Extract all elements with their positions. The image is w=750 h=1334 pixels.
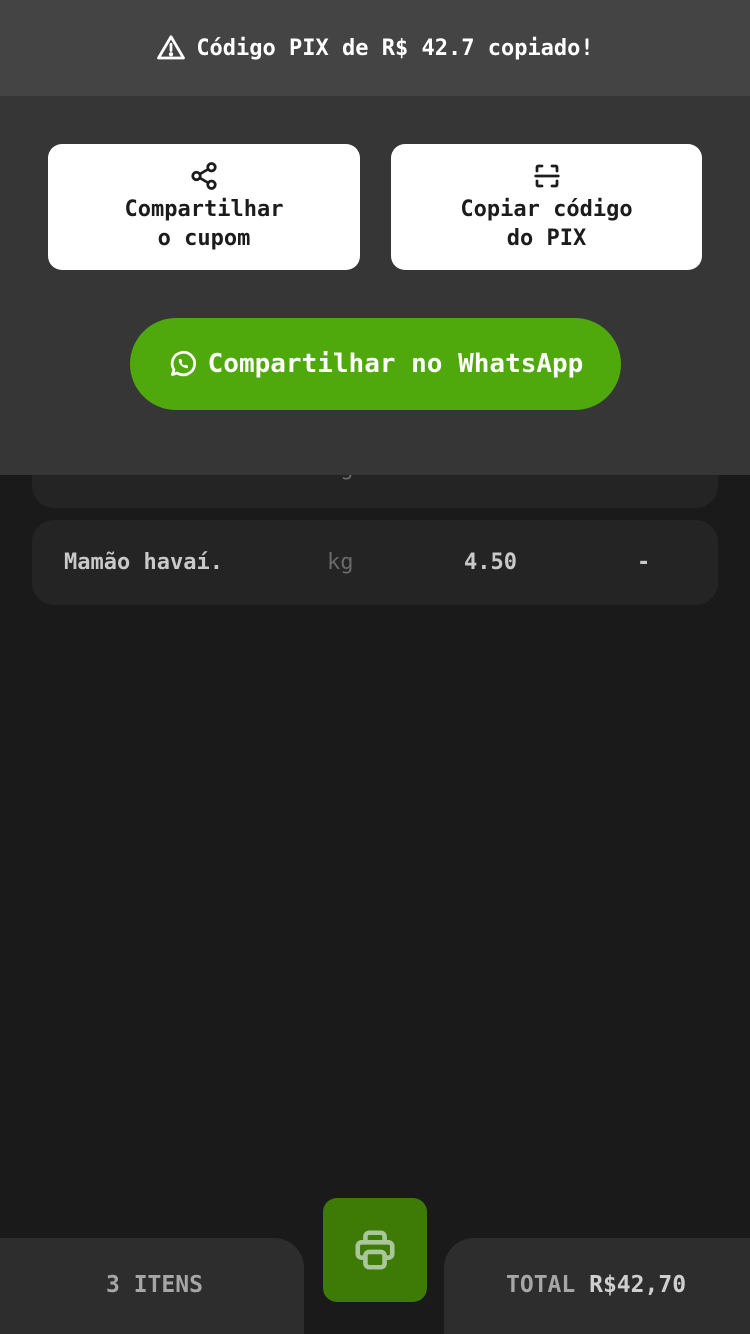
scan-icon (533, 164, 560, 188)
share-coupon-line1: Compartilhar (124, 197, 284, 222)
whatsapp-icon (170, 350, 196, 377)
whatsapp-share-label: Compartilhar no WhatsApp (207, 349, 584, 379)
item-price: - (637, 550, 651, 575)
copy-pix-line2: do PIX (506, 226, 587, 251)
total-value: R$42,70 (589, 1272, 687, 1298)
item-quantity: 4.50 (464, 550, 517, 575)
item-unit: kg (327, 550, 354, 575)
item-count: 3 ITENS (106, 1272, 203, 1298)
copy-pix-button[interactable]: Copiar código do PIX (391, 144, 702, 270)
share-icon (191, 162, 217, 190)
warning-icon (157, 35, 186, 60)
toast: Código PIX de R$ 42.7 copiado! (0, 0, 750, 96)
share-coupon-button[interactable]: Compartilhar o cupom (48, 144, 360, 270)
print-button[interactable] (323, 1198, 427, 1302)
item-name: Mamão havaí. (64, 550, 223, 575)
toast-message: Código PIX de R$ 42.7 copiado! (196, 35, 594, 61)
list-item[interactable]: Mamão havaí. kg 4.50 - (32, 520, 718, 605)
share-coupon-line2: o cupom (157, 226, 251, 251)
copy-pix-line1: Copiar código (460, 197, 633, 222)
share-overlay: Código PIX de R$ 42.7 copiado! Compartil… (0, 0, 750, 475)
printer-icon (355, 1230, 395, 1270)
total-display: TOTAL R$42,70 (506, 1272, 686, 1298)
whatsapp-share-button[interactable]: Compartilhar no WhatsApp (130, 318, 621, 410)
total-label: TOTAL (506, 1272, 576, 1298)
